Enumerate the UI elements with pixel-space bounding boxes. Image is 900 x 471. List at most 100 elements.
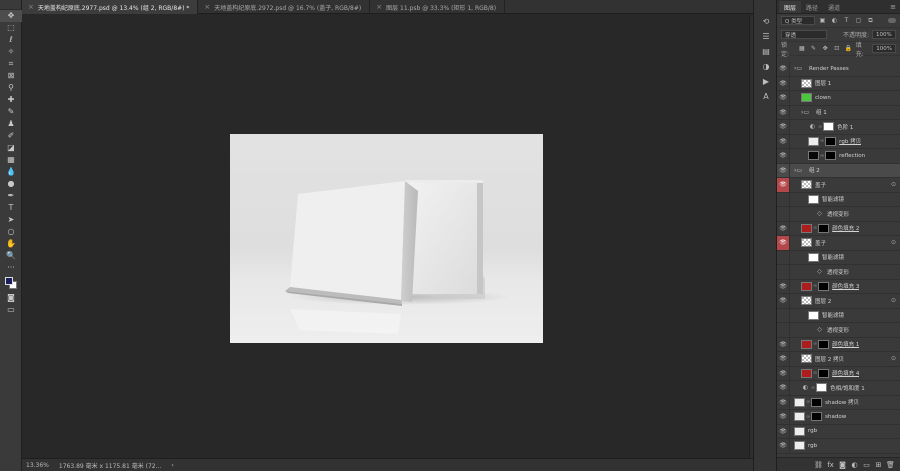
filter-toggle[interactable] [888,18,896,23]
eyedropper-icon[interactable]: ⚲ [0,82,22,94]
screen-mode-icon[interactable]: ▭ [0,304,22,316]
history-panel-icon[interactable]: ⟲ [754,14,778,29]
visibility-eye-icon[interactable] [777,207,790,221]
visibility-eye-icon[interactable] [777,250,790,264]
lock-artboard-icon[interactable]: ⊡ [832,44,841,53]
layer-row[interactable]: 👁 ∞ 颜色填充 4 [777,366,900,381]
layer-row[interactable]: 👁 图层 2 ⊙ [777,294,900,309]
layer-row[interactable]: 👁 ›▭ Render Passes [777,62,900,77]
delete-layer-icon[interactable]: 🗑 [886,461,895,469]
layer-list[interactable]: 👁 ›▭ Render Passes 👁 图层 1 👁 clown 👁 ›▭ 组 1 👁 ◐ ∞ 色阶 1… [777,62,900,455]
foreground-color[interactable] [5,277,13,285]
fill-field[interactable]: 100% [872,44,897,53]
fx-icon[interactable]: fx [826,461,835,469]
close-icon[interactable]: × [28,3,34,11]
visibility-eye-icon[interactable] [777,308,790,322]
tab-layers[interactable]: 图层 [779,1,802,13]
visibility-eye-icon[interactable]: 👁 [777,178,790,192]
layer-row[interactable]: 👁 ›▭ 组 2 [777,163,900,178]
layer-row[interactable]: 👁 rgb [777,424,900,439]
eraser-tool-icon[interactable]: ◪ [0,142,22,154]
layer-row[interactable]: 👁 rgb [777,439,900,454]
visibility-eye-icon[interactable]: 👁 [777,410,790,424]
zoom-level[interactable]: 13.36% [26,462,49,469]
visibility-eye-icon[interactable]: 👁 [777,279,790,293]
magic-wand-icon[interactable]: ✧ [0,46,22,58]
tab-channels[interactable]: 通道 [823,1,845,13]
visibility-eye-icon[interactable]: 👁 [777,381,790,395]
character-panel-icon[interactable]: A [754,89,778,104]
visibility-eye-icon[interactable] [777,192,790,206]
lock-move-icon[interactable]: ✥ [821,44,830,53]
visibility-eye-icon[interactable]: 👁 [777,236,790,250]
smart-filter-badge-icon[interactable]: ⊙ [891,239,896,246]
quick-mask-icon[interactable]: ◙ [0,292,22,304]
close-icon[interactable]: × [376,3,382,11]
smart-filter-badge-icon[interactable]: ⊙ [891,355,896,362]
layer-row[interactable]: ◇ 透视变形 [777,323,900,338]
toolbar-grip[interactable] [0,0,21,10]
smart-filter-badge-icon[interactable]: ⊙ [891,181,896,188]
visibility-eye-icon[interactable] [777,265,790,279]
brush-tool-icon[interactable]: ✎ [0,106,22,118]
color-swatches[interactable] [0,274,22,292]
libraries-panel-icon[interactable]: ▤ [754,44,778,59]
layer-row[interactable]: 👁 ◐ ∞ 色相/饱和度 1 [777,381,900,396]
visibility-eye-icon[interactable]: 👁 [777,395,790,409]
canvas-area[interactable] [22,15,749,458]
document-tab-2[interactable]: × 天地盖构纪原底.2972.psd @ 16.7% (盖子, RGB/8#) [198,0,371,14]
new-layer-icon[interactable]: ⊞ [874,461,883,469]
layer-row[interactable]: 👁 ∞ shadow 拷贝 [777,395,900,410]
dodge-tool-icon[interactable]: ● [0,178,22,190]
layer-row[interactable]: 👁 clown [777,91,900,106]
gradient-tool-icon[interactable]: ▦ [0,154,22,166]
document-tab-3[interactable]: × 图层 11.psb @ 33.3% (矩形 1, RGB/8) [370,0,506,14]
move-tool-icon[interactable]: ✥ [0,10,22,22]
lasso-tool-icon[interactable]: ℓ [0,34,22,46]
layer-row[interactable]: 👁 ›▭ 组 1 [777,105,900,120]
frame-tool-icon[interactable]: ⊠ [0,70,22,82]
path-select-icon[interactable]: ➤ [0,214,22,226]
visibility-eye-icon[interactable]: 👁 [777,337,790,351]
stamp-tool-icon[interactable]: ♟ [0,118,22,130]
visibility-eye-icon[interactable]: 👁 [777,366,790,380]
lock-all-icon[interactable]: 🔒 [844,44,853,53]
layer-row[interactable]: 👁 ∞ shadow [777,410,900,425]
visibility-eye-icon[interactable]: 👁 [777,149,790,163]
document-info[interactable]: 1763.89 毫米 x 1175.81 毫米 (72... [59,461,161,470]
layer-row[interactable]: 👁 盖子 ⊙ [777,236,900,251]
adjustments-panel-icon[interactable]: ◑ [754,59,778,74]
panel-grip[interactable] [754,0,776,14]
visibility-eye-icon[interactable]: 👁 [777,76,790,90]
properties-panel-icon[interactable]: ☰ [754,29,778,44]
crop-tool-icon[interactable]: ⌗ [0,58,22,70]
new-adjustment-icon[interactable]: ◐ [850,461,859,469]
visibility-eye-icon[interactable]: 👁 [777,105,790,119]
visibility-eye-icon[interactable]: 👁 [777,352,790,366]
visibility-eye-icon[interactable]: 👁 [777,439,790,453]
layer-row[interactable]: 智能滤镜 [777,308,900,323]
visibility-eye-icon[interactable]: 👁 [777,120,790,134]
layer-row[interactable]: 👁 图层 1 [777,76,900,91]
type-tool-icon[interactable]: T [0,202,22,214]
actions-panel-icon[interactable]: ▶ [754,74,778,89]
shape-tool-icon[interactable]: ○ [0,226,22,238]
link-layers-icon[interactable]: ⛓ [814,461,823,469]
tab-paths[interactable]: 路径 [801,1,823,13]
text-filter-icon[interactable]: T [842,16,851,25]
document-tab-1[interactable]: × 天地盖构纪原底.2977.psd @ 13.4% (组 2, RGB/8#) … [22,0,199,14]
visibility-eye-icon[interactable]: 👁 [777,221,790,235]
smart-filter-badge-icon[interactable]: ⊙ [891,297,896,304]
blend-mode-select[interactable]: 穿透 [781,30,827,39]
hand-tool-icon[interactable]: ✋ [0,238,22,250]
zoom-tool-icon[interactable]: 🔍 [0,250,22,262]
layer-row[interactable]: 👁 ∞ rgb 拷贝 [777,134,900,149]
visibility-eye-icon[interactable]: 👁 [777,134,790,148]
visibility-eye-icon[interactable]: 👁 [777,91,790,105]
status-arrow-icon[interactable]: › [171,462,173,469]
visibility-eye-icon[interactable]: 👁 [777,424,790,438]
pen-tool-icon[interactable]: ✒ [0,190,22,202]
new-group-icon[interactable]: ▭ [862,461,871,469]
image-filter-icon[interactable]: ▣ [818,16,827,25]
layer-row[interactable]: 👁 ∞ 颜色填充 3 [777,279,900,294]
